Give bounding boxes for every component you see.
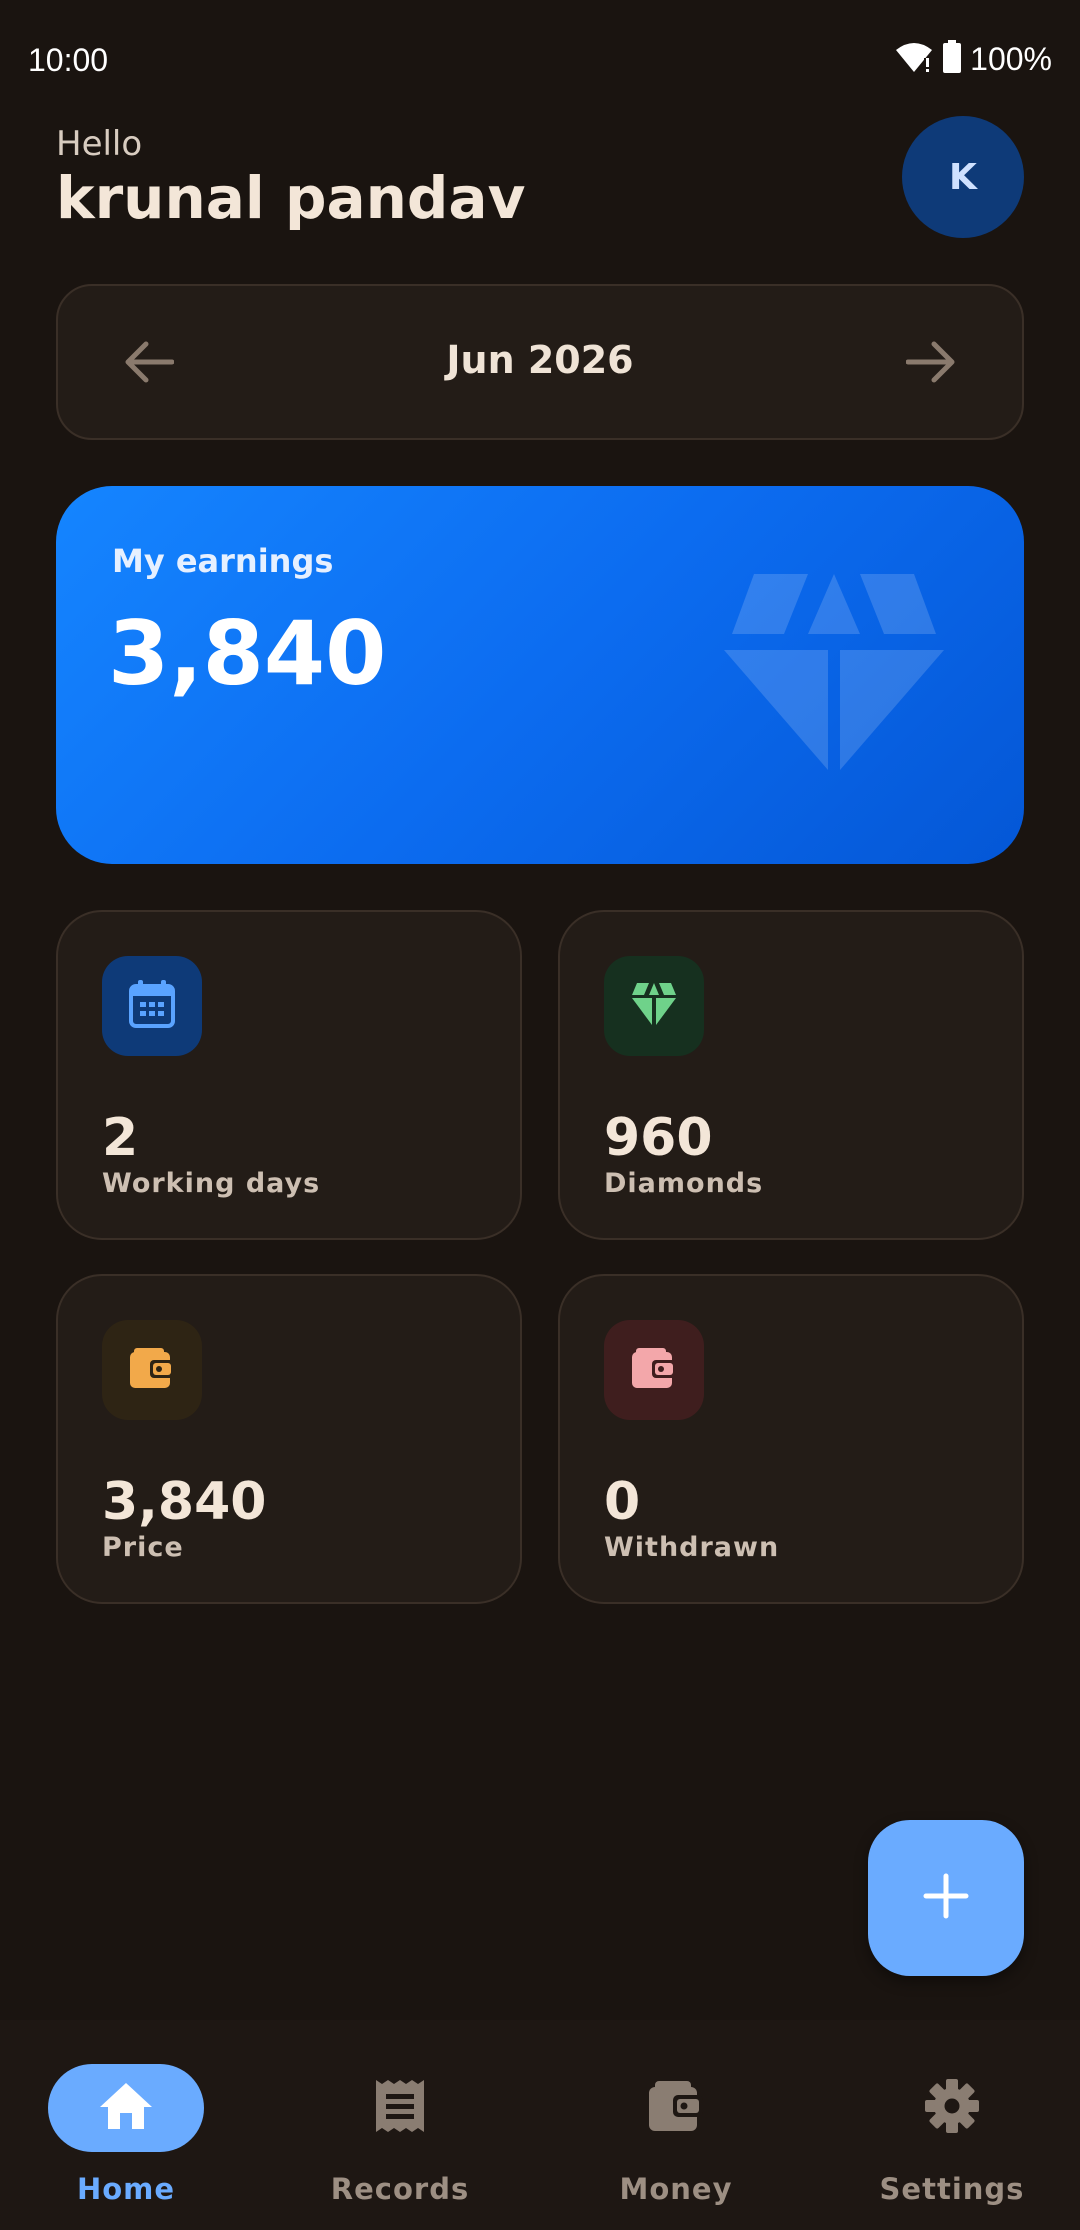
nav-label-home: Home <box>76 2172 176 2206</box>
add-entry-button[interactable] <box>868 1820 1024 1976</box>
earnings-label: My earnings <box>112 542 334 580</box>
nav-label-records: Records <box>330 2172 470 2206</box>
nav-item-settings[interactable]: Settings <box>842 2044 1062 2206</box>
wallet-icon <box>130 1348 174 1392</box>
nav-pill <box>598 2064 754 2152</box>
status-bar: 10:00 100% <box>0 0 1080 120</box>
stat-icon-container <box>102 1320 202 1420</box>
nav-item-home[interactable]: Home <box>16 2044 236 2206</box>
home-icon <box>98 2081 154 2135</box>
wifi-icon <box>894 40 934 78</box>
status-icons: 100% <box>894 40 1052 78</box>
arrow-right-icon <box>905 340 958 388</box>
nav-active-indicator <box>48 2064 204 2152</box>
receipt-icon <box>374 2078 426 2138</box>
working-days-label: Working days <box>102 1168 321 1199</box>
stat-card-diamonds[interactable]: 960 Diamonds <box>558 910 1024 1240</box>
avatar[interactable]: K <box>902 116 1024 238</box>
price-label: Price <box>102 1532 184 1563</box>
stat-icon-container <box>604 956 704 1056</box>
gear-icon <box>924 2078 980 2138</box>
nav-pill <box>322 2064 478 2152</box>
wallet-icon <box>632 1348 676 1392</box>
withdrawn-value: 0 <box>604 1472 641 1532</box>
wallet-icon <box>649 2081 703 2135</box>
price-value: 3,840 <box>102 1472 267 1532</box>
stat-card-price[interactable]: 3,840 Price <box>56 1274 522 1604</box>
plus-icon <box>923 1873 969 1923</box>
nav-item-money[interactable]: Money <box>566 2044 786 2206</box>
diamonds-label: Diamonds <box>604 1168 764 1199</box>
diamond-watermark-icon <box>724 574 944 778</box>
stat-icon-container <box>604 1320 704 1420</box>
greeting: Hello <box>56 124 143 164</box>
bottom-navigation: Home Records Money Settings <box>0 2020 1080 2230</box>
stat-icon-container <box>102 956 202 1056</box>
battery-percent: 100% <box>970 40 1052 77</box>
month-selector: Jun 2026 <box>56 284 1024 440</box>
next-month-button[interactable] <box>892 324 972 404</box>
earnings-value: 3,840 <box>108 602 387 705</box>
withdrawn-label: Withdrawn <box>604 1532 780 1563</box>
nav-item-records[interactable]: Records <box>290 2044 510 2206</box>
user-name: krunal pandav <box>56 164 526 232</box>
diamond-icon <box>631 983 677 1029</box>
diamonds-value: 960 <box>604 1108 713 1168</box>
earnings-card[interactable]: My earnings 3,840 <box>56 486 1024 864</box>
battery-icon <box>942 40 962 78</box>
working-days-value: 2 <box>102 1108 139 1168</box>
nav-pill <box>874 2064 1030 2152</box>
stat-card-withdrawn[interactable]: 0 Withdrawn <box>558 1274 1024 1604</box>
calendar-icon <box>129 980 175 1032</box>
nav-label-settings: Settings <box>879 2172 1025 2206</box>
stat-card-working-days[interactable]: 2 Working days <box>56 910 522 1240</box>
avatar-initial: K <box>949 156 977 198</box>
month-label: Jun 2026 <box>446 338 634 382</box>
nav-label-money: Money <box>619 2172 733 2206</box>
status-time: 10:00 <box>28 42 109 78</box>
